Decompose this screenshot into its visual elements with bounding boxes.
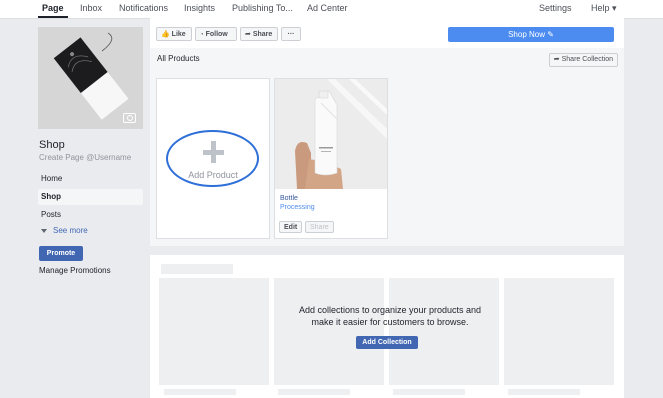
page-actions-bar: 👍 Like ◔ Follow ➦ Share ··· Shop Now ✎ [150,18,624,48]
collections-message-line-2: make it easier for customers to browse. [311,317,469,327]
share-button[interactable]: ➦ Share [240,27,278,41]
camera-icon[interactable] [123,113,136,123]
placeholder-title [161,264,233,274]
highlight-ellipse [166,130,259,187]
tab-publishing-tools[interactable]: Publishing To... [232,3,293,13]
edit-product-button[interactable]: Edit [279,221,303,233]
placeholder-tile [159,278,269,385]
share-arrow-icon: ➦ [553,56,560,63]
tab-help[interactable]: Help ▾ [591,3,617,14]
rss-icon: ◔ [200,32,204,38]
see-more-label: See more [53,226,88,235]
sidebar-item-posts[interactable]: Posts [38,207,143,223]
placeholder-tile [274,278,384,385]
top-nav: Page Inbox Notifications Insights Publis… [0,0,663,19]
products-section: All Products ➦ Share Collection Add Prod… [150,48,624,246]
manage-promotions-link[interactable]: Manage Promotions [39,266,111,275]
like-button[interactable]: 👍 Like [156,27,192,41]
add-product-tile[interactable]: Add Product [156,78,270,239]
placeholder-caption [278,389,350,395]
tab-notifications[interactable]: Notifications [119,3,168,13]
bottle-photo [275,79,387,189]
share-arrow-icon: ➦ [245,31,251,38]
tab-settings[interactable]: Settings [539,3,572,13]
share-collection-label: Share Collection [561,56,613,63]
product-name[interactable]: Bottle [280,195,298,202]
create-username-link[interactable]: Create Page @Username [39,153,131,162]
caret-down-icon [41,228,47,233]
promote-button[interactable]: Promote [39,246,83,261]
active-tab-underline [38,16,68,18]
thumbs-up-icon: 👍 [161,31,170,38]
product-status: Processing [280,204,315,211]
tab-page[interactable]: Page [42,3,64,13]
more-options-button[interactable]: ··· [281,27,301,41]
share-product-button[interactable]: Share [305,221,334,233]
collections-message-line-1: Add collections to organize your product… [298,305,482,315]
placeholder-tile [389,278,499,385]
tab-inbox[interactable]: Inbox [80,3,102,13]
page-cover-photo[interactable] [38,27,143,129]
product-image [275,79,387,189]
placeholder-tile [504,278,614,385]
share-label: Share [252,31,273,38]
shop-now-button[interactable]: Shop Now ✎ [448,27,614,42]
follow-label: Follow [205,31,228,38]
sidebar-item-home[interactable]: Home [38,171,143,187]
see-more-link[interactable]: See more [41,226,88,235]
collections-section: Add collections to organize your product… [150,255,624,398]
tab-insights[interactable]: Insights [184,3,215,13]
placeholder-caption [393,389,465,395]
follow-button[interactable]: ◔ Follow [195,27,237,41]
sidebar-item-shop[interactable]: Shop [38,189,143,205]
collections-empty-message: Add collections to organize your product… [280,304,500,328]
page-name: Shop [39,139,65,151]
add-collection-button[interactable]: Add Collection [356,336,418,349]
product-card[interactable]: Bottle Processing Edit Share [274,78,388,239]
share-collection-button[interactable]: ➦ Share Collection [548,53,618,67]
like-label: Like [171,31,186,38]
placeholder-caption [508,389,580,395]
tab-ad-center[interactable]: Ad Center [307,3,348,13]
placeholder-caption [164,389,236,395]
all-products-heading: All Products [157,54,200,63]
